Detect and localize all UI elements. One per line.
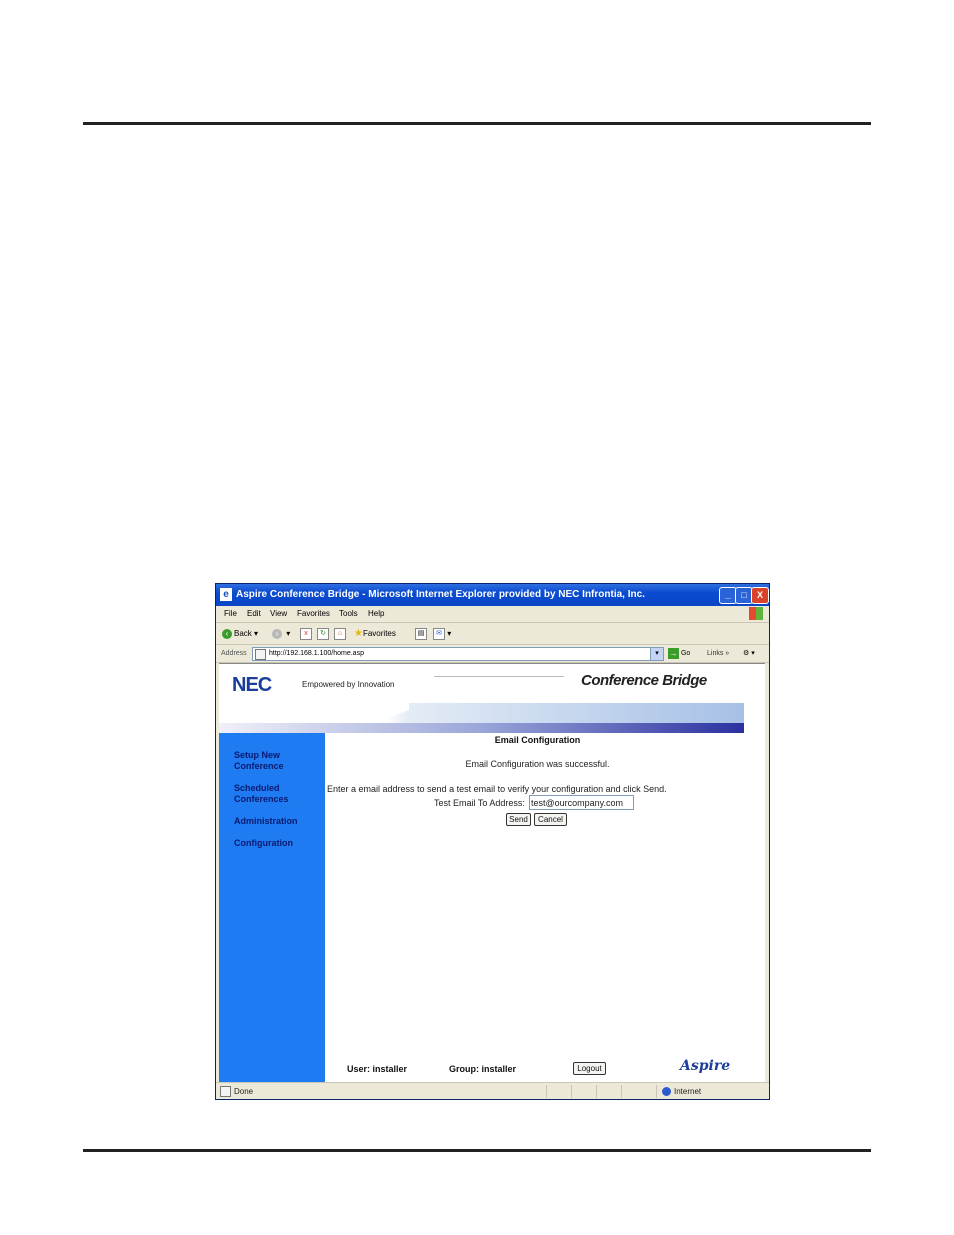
menu-favorites[interactable]: Favorites [297,606,330,622]
status-divider [621,1085,622,1098]
status-bar: Done Internet [216,1082,769,1100]
group-label: Group: installer [449,1064,517,1074]
status-divider [596,1085,597,1098]
email-field[interactable] [529,795,634,810]
section-title: Email Configuration [494,735,581,745]
main-panel: Email Configuration Email Configuration … [325,733,765,1082]
window-title: Aspire Conference Bridge - Microsoft Int… [236,589,645,600]
nec-logo: NEC [232,674,272,696]
forward-button[interactable]: › ▾ [272,623,290,644]
address-dropdown-icon[interactable]: ▾ [650,647,664,661]
browser-toolbar: ‹ Back ▾ › ▾ x ↻ ⌂ ★Favorites ▤ ✉ ▾ [216,623,769,645]
header-swoosh [434,676,564,677]
page-icon [220,1086,231,1098]
sidebar: Setup New Conference Scheduled Conferenc… [219,733,325,1082]
stop-button[interactable]: x [300,623,312,644]
sidebar-item-setup-new-conference[interactable]: Setup New Conference [234,750,324,772]
header-banner-wedge [219,703,409,723]
home-icon: ⌂ [334,627,346,640]
success-message: Email Configuration was successful. [465,759,610,769]
mail-icon: ✉ [433,627,445,640]
mail-button[interactable]: ✉ ▾ [433,623,451,644]
page-content: NEC Empowered by Innovation Conference B… [219,663,765,1082]
home-button[interactable]: ⌂ [334,623,346,644]
status-divider [656,1085,657,1098]
menu-view[interactable]: View [270,606,287,622]
print-button[interactable]: ▤ [415,623,427,644]
aspire-logo: Aspire [680,1058,731,1074]
star-icon: ★ [354,628,363,639]
sidebar-item-administration[interactable]: Administration [234,816,324,827]
globe-icon [662,1087,671,1097]
address-url: http://192.168.1.100/home.asp [269,650,364,657]
address-label: Address [221,650,247,657]
tagline: Empowered by Innovation [302,680,395,689]
sidebar-item-configuration[interactable]: Configuration [234,838,324,849]
ie-page-icon: e [220,588,232,601]
menu-edit[interactable]: Edit [247,606,261,622]
links-button[interactable]: Links » [707,645,729,662]
menu-file[interactable]: File [224,606,237,622]
send-button[interactable]: Send [506,813,531,826]
refresh-icon: ↻ [317,627,329,640]
go-arrow-icon: → [668,647,679,659]
status-text: Done [220,1083,253,1100]
header-gradient-bar [219,723,744,733]
refresh-button[interactable]: ↻ [317,623,329,644]
page-top-rule [83,122,871,125]
status-divider [571,1085,572,1098]
favorites-button[interactable]: ★Favorites [354,623,396,644]
user-label: User: installer [347,1064,408,1074]
page-bottom-rule [83,1149,871,1152]
logout-button[interactable]: Logout [573,1062,606,1075]
close-button[interactable]: X [751,587,769,604]
back-arrow-icon: ‹ [222,628,232,639]
status-divider [546,1085,547,1098]
stop-icon: x [300,627,312,640]
browser-window: e Aspire Conference Bridge - Microsoft I… [215,583,770,1100]
go-button[interactable]: → Go [668,645,690,662]
menu-tools[interactable]: Tools [339,606,358,622]
title-bar[interactable]: e Aspire Conference Bridge - Microsoft I… [216,584,769,606]
toolbar-extension-icon[interactable]: ⚙ ▾ [743,645,755,662]
cancel-button[interactable]: Cancel [534,813,567,826]
print-icon: ▤ [415,627,427,640]
address-bar: Address http://192.168.1.100/home.asp ▾ … [216,645,769,663]
page-icon [255,649,266,660]
back-button[interactable]: ‹ Back ▾ [222,623,258,644]
menu-help[interactable]: Help [368,606,384,622]
forward-arrow-icon: › [272,628,282,639]
instructions-text: Enter a email address to send a test ema… [327,784,667,794]
windows-logo-icon [749,607,763,620]
address-input[interactable]: http://192.168.1.100/home.asp [252,647,664,661]
menu-bar: File Edit View Favorites Tools Help [216,606,769,623]
sidebar-item-scheduled-conferences[interactable]: Scheduled Conferences [234,783,324,805]
email-field-label: Test Email To Address: [434,798,525,808]
product-title: Conference Bridge [581,672,707,689]
security-zone: Internet [662,1083,701,1100]
